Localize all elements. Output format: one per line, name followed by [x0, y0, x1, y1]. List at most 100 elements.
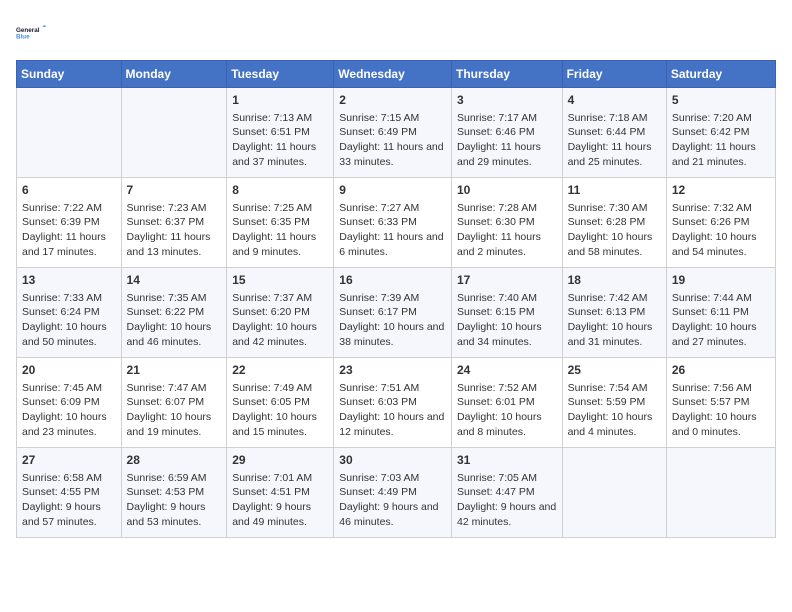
cell-content: Sunrise: 6:58 AM Sunset: 4:55 PM Dayligh… — [22, 471, 116, 530]
day-header-wednesday: Wednesday — [334, 61, 452, 88]
day-number: 23 — [339, 362, 446, 379]
calendar-cell: 18 Sunrise: 7:42 AM Sunset: 6:13 PM Dayli… — [562, 268, 666, 358]
calendar-cell: 29Sunrise: 7:01 AM Sunset: 4:51 PM Dayli… — [227, 448, 334, 538]
header-row: SundayMondayTuesdayWednesdayThursdayFrid… — [17, 61, 776, 88]
cell-content: Sunrise: 7:30 AM Sunset: 6:28 PM Dayligh… — [568, 201, 661, 260]
day-number: 15 — [232, 272, 328, 289]
day-header-monday: Monday — [121, 61, 227, 88]
cell-content: Sunrise: 7:52 AM Sunset: 6:01 PM Dayligh… — [457, 381, 557, 440]
cell-content: Sunrise: 7:27 AM Sunset: 6:33 PM Dayligh… — [339, 201, 446, 260]
calendar-cell: 31 Sunrise: 7:05 AM Sunset: 4:47 PM Dayli… — [451, 448, 562, 538]
calendar-cell: 17 Sunrise: 7:40 AM Sunset: 6:15 PM Dayli… — [451, 268, 562, 358]
day-number: 11 — [568, 182, 661, 199]
calendar-cell: 25 Sunrise: 7:54 AM Sunset: 5:59 PM Dayli… — [562, 358, 666, 448]
week-row-2: 6 Sunrise: 7:22 AM Sunset: 6:39 PM Daylig… — [17, 178, 776, 268]
cell-content: Sunrise: 7:39 AM Sunset: 6:17 PM Dayligh… — [339, 291, 446, 350]
logo: GeneralBlue — [16, 16, 52, 52]
day-number: 2 — [339, 92, 446, 109]
day-number: 29 — [232, 452, 328, 469]
calendar-cell: 2 Sunrise: 7:15 AM Sunset: 6:49 PM Daylig… — [334, 88, 452, 178]
day-number: 5 — [672, 92, 770, 109]
day-number: 21 — [127, 362, 222, 379]
cell-content: Sunrise: 7:13 AM Sunset: 6:51 PM Dayligh… — [232, 111, 328, 170]
calendar-cell: 9 Sunrise: 7:27 AM Sunset: 6:33 PM Daylig… — [334, 178, 452, 268]
day-number: 4 — [568, 92, 661, 109]
day-number: 27 — [22, 452, 116, 469]
day-number: 18 — [568, 272, 661, 289]
calendar-cell — [666, 448, 775, 538]
day-number: 16 — [339, 272, 446, 289]
cell-content: Sunrise: 7:03 AM Sunset: 4:49 PM Dayligh… — [339, 471, 446, 530]
calendar-cell: 24 Sunrise: 7:52 AM Sunset: 6:01 PM Dayli… — [451, 358, 562, 448]
day-number: 6 — [22, 182, 116, 199]
day-number: 12 — [672, 182, 770, 199]
cell-content: Sunrise: 7:23 AM Sunset: 6:37 PM Dayligh… — [127, 201, 222, 260]
cell-content: Sunrise: 7:42 AM Sunset: 6:13 PM Dayligh… — [568, 291, 661, 350]
cell-content: Sunrise: 7:18 AM Sunset: 6:44 PM Dayligh… — [568, 111, 661, 170]
calendar-cell: 13 Sunrise: 7:33 AM Sunset: 6:24 PM Dayli… — [17, 268, 122, 358]
week-row-5: 27 Sunrise: 6:58 AM Sunset: 4:55 PM Dayli… — [17, 448, 776, 538]
cell-content: Sunrise: 6:59 AM Sunset: 4:53 PM Dayligh… — [127, 471, 222, 530]
calendar-cell: 12 Sunrise: 7:32 AM Sunset: 6:26 PM Dayli… — [666, 178, 775, 268]
cell-content: Sunrise: 7:33 AM Sunset: 6:24 PM Dayligh… — [22, 291, 116, 350]
calendar-cell: 28 Sunrise: 6:59 AM Sunset: 4:53 PM Dayli… — [121, 448, 227, 538]
day-header-tuesday: Tuesday — [227, 61, 334, 88]
day-number: 25 — [568, 362, 661, 379]
day-number: 3 — [457, 92, 557, 109]
day-number: 22 — [232, 362, 328, 379]
cell-content: Sunrise: 7:47 AM Sunset: 6:07 PM Dayligh… — [127, 381, 222, 440]
day-number: 9 — [339, 182, 446, 199]
day-number: 13 — [22, 272, 116, 289]
cell-content: Sunrise: 7:17 AM Sunset: 6:46 PM Dayligh… — [457, 111, 557, 170]
day-number: 28 — [127, 452, 222, 469]
cell-content: Sunrise: 7:22 AM Sunset: 6:39 PM Dayligh… — [22, 201, 116, 260]
week-row-3: 13 Sunrise: 7:33 AM Sunset: 6:24 PM Dayli… — [17, 268, 776, 358]
cell-content: Sunrise: 7:40 AM Sunset: 6:15 PM Dayligh… — [457, 291, 557, 350]
calendar-cell — [562, 448, 666, 538]
day-number: 7 — [127, 182, 222, 199]
day-number: 19 — [672, 272, 770, 289]
day-number: 17 — [457, 272, 557, 289]
calendar-cell: 8Sunrise: 7:25 AM Sunset: 6:35 PM Daylig… — [227, 178, 334, 268]
day-number: 30 — [339, 452, 446, 469]
calendar-cell — [121, 88, 227, 178]
cell-content: Sunrise: 7:20 AM Sunset: 6:42 PM Dayligh… — [672, 111, 770, 170]
calendar-cell: 6 Sunrise: 7:22 AM Sunset: 6:39 PM Daylig… — [17, 178, 122, 268]
calendar-cell: 27 Sunrise: 6:58 AM Sunset: 4:55 PM Dayli… — [17, 448, 122, 538]
day-header-friday: Friday — [562, 61, 666, 88]
calendar-cell: 10 Sunrise: 7:28 AM Sunset: 6:30 PM Dayli… — [451, 178, 562, 268]
day-number: 24 — [457, 362, 557, 379]
cell-content: Sunrise: 7:45 AM Sunset: 6:09 PM Dayligh… — [22, 381, 116, 440]
cell-content: Sunrise: 7:15 AM Sunset: 6:49 PM Dayligh… — [339, 111, 446, 170]
day-header-thursday: Thursday — [451, 61, 562, 88]
header: GeneralBlue — [16, 16, 776, 52]
calendar-cell: 15 Sunrise: 7:37 AM Sunset: 6:20 PM Dayli… — [227, 268, 334, 358]
day-number: 8 — [232, 182, 328, 199]
calendar-cell: 23Sunrise: 7:51 AM Sunset: 6:03 PM Dayli… — [334, 358, 452, 448]
day-number: 31 — [457, 452, 557, 469]
calendar-table: SundayMondayTuesdayWednesdayThursdayFrid… — [16, 60, 776, 538]
cell-content: Sunrise: 7:49 AM Sunset: 6:05 PM Dayligh… — [232, 381, 328, 440]
calendar-cell: 14Sunrise: 7:35 AM Sunset: 6:22 PM Dayli… — [121, 268, 227, 358]
cell-content: Sunrise: 7:54 AM Sunset: 5:59 PM Dayligh… — [568, 381, 661, 440]
cell-content: Sunrise: 7:44 AM Sunset: 6:11 PM Dayligh… — [672, 291, 770, 350]
cell-content: Sunrise: 7:37 AM Sunset: 6:20 PM Dayligh… — [232, 291, 328, 350]
day-number: 10 — [457, 182, 557, 199]
calendar-cell: 22 Sunrise: 7:49 AM Sunset: 6:05 PM Dayli… — [227, 358, 334, 448]
calendar-cell — [17, 88, 122, 178]
week-row-4: 20Sunrise: 7:45 AM Sunset: 6:09 PM Dayli… — [17, 358, 776, 448]
day-header-sunday: Sunday — [17, 61, 122, 88]
cell-content: Sunrise: 7:05 AM Sunset: 4:47 PM Dayligh… — [457, 471, 557, 530]
calendar-cell: 11 Sunrise: 7:30 AM Sunset: 6:28 PM Dayli… — [562, 178, 666, 268]
day-number: 1 — [232, 92, 328, 109]
day-number: 26 — [672, 362, 770, 379]
cell-content: Sunrise: 7:28 AM Sunset: 6:30 PM Dayligh… — [457, 201, 557, 260]
calendar-cell: 1 Sunrise: 7:13 AM Sunset: 6:51 PM Daylig… — [227, 88, 334, 178]
calendar-cell: 7 Sunrise: 7:23 AM Sunset: 6:37 PM Daylig… — [121, 178, 227, 268]
svg-text:Blue: Blue — [16, 34, 30, 41]
calendar-cell: 19 Sunrise: 7:44 AM Sunset: 6:11 PM Dayli… — [666, 268, 775, 358]
calendar-cell: 21 Sunrise: 7:47 AM Sunset: 6:07 PM Dayli… — [121, 358, 227, 448]
cell-content: Sunrise: 7:32 AM Sunset: 6:26 PM Dayligh… — [672, 201, 770, 260]
calendar-cell: 30 Sunrise: 7:03 AM Sunset: 4:49 PM Dayli… — [334, 448, 452, 538]
calendar-cell: 26Sunrise: 7:56 AM Sunset: 5:57 PM Dayli… — [666, 358, 775, 448]
